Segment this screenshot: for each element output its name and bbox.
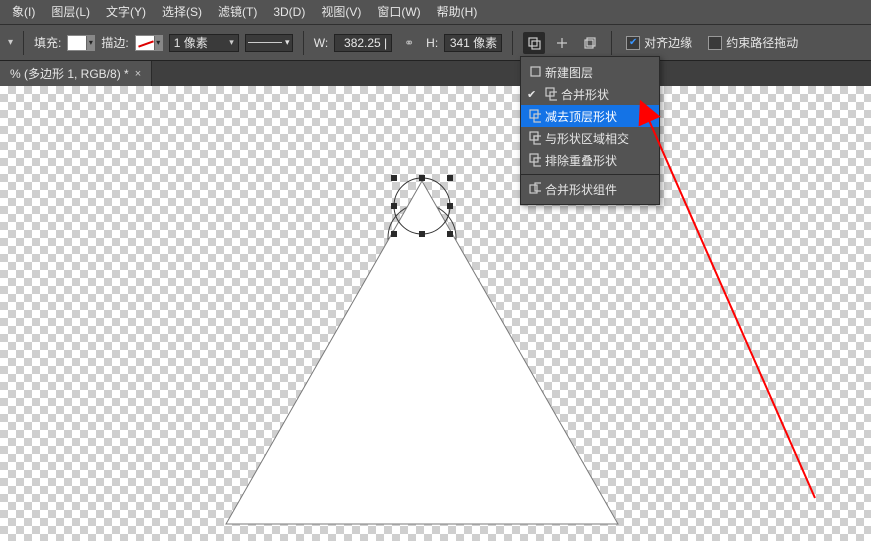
new-layer-icon (529, 66, 541, 78)
link-icon: ⚭ (404, 36, 414, 50)
menu-view[interactable]: 视图(V) (313, 0, 369, 24)
options-bar: ▾ 填充: ▾ 描边: ▾ 1 像素 ▾ ▾ W: 382.25 | ⚭ H: … (0, 24, 871, 60)
width-label: W: (314, 36, 328, 50)
menu-item-label: 合并形状组件 (545, 181, 617, 198)
stroke-width-value: 1 像素 (174, 34, 208, 51)
stroke-style-select[interactable]: ▾ (245, 34, 293, 52)
chevron-down-icon[interactable]: ▾ (229, 37, 234, 48)
path-ops-icon (527, 36, 541, 50)
path-alignment-button[interactable] (551, 32, 573, 54)
path-operations-button[interactable] (523, 32, 545, 54)
path-arrangement-button[interactable] (579, 32, 601, 54)
combine-icon (545, 88, 557, 100)
close-icon[interactable]: × (135, 68, 141, 80)
menu-select[interactable]: 选择(S) (154, 0, 210, 24)
chevron-down-icon[interactable]: ▾ (8, 37, 13, 48)
subtract-icon (529, 110, 541, 122)
width-value: 382.25 | (344, 36, 387, 50)
height-value: 341 像素 (450, 34, 497, 51)
constrain-path-checkbox[interactable]: 约束路径拖动 (708, 34, 798, 51)
align-edges-label: 对齐边缘 (644, 34, 692, 51)
menu-item-label: 与形状区域相交 (545, 130, 629, 147)
menu-item-label: 合并形状 (561, 86, 609, 103)
intersect-icon (529, 132, 541, 144)
document-tab[interactable]: % (多边形 1, RGB/8) * × (0, 61, 152, 86)
document-tab-title: % (多边形 1, RGB/8) * (10, 65, 129, 82)
checkbox-checked-icon (626, 36, 640, 50)
menu-item-label: 排除重叠形状 (545, 152, 617, 169)
menu-item-new-layer[interactable]: 新建图层 (521, 61, 659, 83)
separator (512, 31, 513, 55)
menu-separator (521, 174, 659, 175)
menu-window[interactable]: 窗口(W) (369, 0, 428, 24)
canvas-area[interactable] (0, 86, 871, 541)
fill-swatch[interactable]: ▾ (67, 35, 95, 51)
exclude-icon (529, 154, 541, 166)
align-icon (555, 36, 569, 50)
width-input[interactable]: 382.25 | (334, 34, 392, 52)
menu-item-label: 新建图层 (545, 64, 593, 81)
menu-item-label: 减去顶层形状 (545, 108, 617, 125)
menu-image[interactable]: 象(I) (4, 0, 43, 24)
separator (611, 31, 612, 55)
document-tab-bar: % (多边形 1, RGB/8) * × (0, 60, 871, 86)
chevron-down-icon[interactable]: ▾ (86, 36, 94, 50)
menu-item-merge-components[interactable]: 合并形状组件 (521, 178, 659, 200)
height-label: H: (426, 36, 438, 50)
link-dimensions-button[interactable]: ⚭ (398, 32, 420, 54)
menu-bar: 象(I) 图层(L) 文字(Y) 选择(S) 滤镜(T) 3D(D) 视图(V)… (0, 0, 871, 24)
menu-filter[interactable]: 滤镜(T) (210, 0, 265, 24)
arrange-icon (583, 36, 597, 50)
height-input[interactable]: 341 像素 (444, 34, 502, 52)
solid-line-icon (248, 42, 282, 43)
check-icon: ✔ (527, 88, 536, 101)
separator (303, 31, 304, 55)
stroke-width-input[interactable]: 1 像素 ▾ (169, 34, 239, 52)
canvas-shapes (0, 86, 871, 541)
constrain-path-label: 约束路径拖动 (726, 34, 798, 51)
path-operations-menu: 新建图层 ✔ 合并形状 减去顶层形状 与形状区域相交 排除重叠形状 合并形状组件 (520, 56, 660, 205)
menu-item-intersect[interactable]: 与形状区域相交 (521, 127, 659, 149)
fill-label: 填充: (34, 34, 61, 51)
chevron-down-icon[interactable]: ▾ (154, 36, 162, 50)
menu-help[interactable]: 帮助(H) (429, 0, 486, 24)
separator (23, 31, 24, 55)
chevron-down-icon[interactable]: ▾ (285, 37, 290, 48)
stroke-swatch[interactable]: ▾ (135, 35, 163, 51)
menu-type[interactable]: 文字(Y) (98, 0, 154, 24)
checkbox-icon (708, 36, 722, 50)
menu-3d[interactable]: 3D(D) (265, 0, 313, 24)
stroke-label: 描边: (101, 34, 128, 51)
menu-item-combine[interactable]: ✔ 合并形状 (521, 83, 659, 105)
align-edges-checkbox[interactable]: 对齐边缘 (626, 34, 692, 51)
merge-icon (529, 183, 541, 195)
menu-layer[interactable]: 图层(L) (43, 0, 98, 24)
menu-item-exclude[interactable]: 排除重叠形状 (521, 149, 659, 171)
menu-item-subtract-front[interactable]: 减去顶层形状 (521, 105, 659, 127)
